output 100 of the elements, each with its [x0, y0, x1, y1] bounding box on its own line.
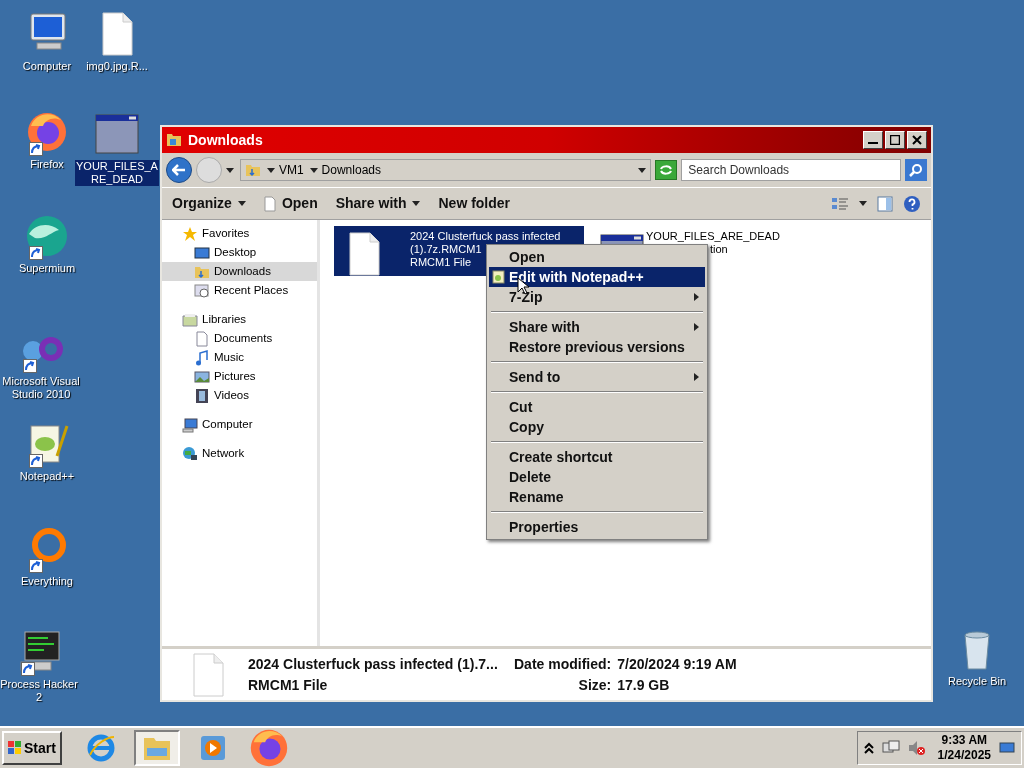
- music-icon: [194, 349, 210, 366]
- sidebar-item[interactable]: Downloads: [162, 262, 317, 281]
- file-name: 2024 Clusterfuck pass infected (1).7...: [248, 654, 498, 674]
- recent-places-icon: [194, 282, 210, 299]
- toolbar-button[interactable]: Organize: [172, 193, 246, 214]
- toolbar-button[interactable]: Open: [263, 193, 318, 214]
- desktop-icon-label[interactable]: Supermium: [17, 262, 77, 275]
- star-icon: [182, 225, 198, 242]
- menu-item[interactable]: Restore previous versions: [489, 337, 705, 357]
- refresh-button[interactable]: [655, 160, 678, 180]
- clock-time[interactable]: 9:33 AM: [941, 733, 988, 748]
- caret-icon: [694, 373, 699, 381]
- caret-icon: [694, 293, 699, 301]
- shortcut-arrow-icon: [29, 454, 43, 468]
- desktop-icon-label[interactable]: Process Hacker 2: [0, 678, 81, 704]
- file-type: RMCM1 File: [248, 675, 329, 695]
- desktop-icon-label[interactable]: Computer: [21, 60, 73, 73]
- toolbar-button[interactable]: Share with: [335, 193, 421, 214]
- sidebar-item[interactable]: Music: [162, 348, 317, 367]
- notepad-icon: [492, 270, 506, 284]
- sidebar-item[interactable]: Computer: [162, 415, 317, 434]
- property-label: Size:: [577, 675, 612, 695]
- sidebar-item[interactable]: Videos: [162, 386, 317, 405]
- browser-e-icon: [85, 733, 116, 763]
- sidebar-item[interactable]: Libraries: [162, 310, 317, 329]
- sidebar-item[interactable]: Recent Places: [162, 281, 317, 300]
- clock-date[interactable]: 1/24/2025: [937, 748, 991, 763]
- document-icon: [194, 330, 210, 347]
- shortcut-arrow-icon: [29, 246, 43, 260]
- desktop-icon-label[interactable]: Microsoft Visual Studio 2010: [0, 375, 83, 401]
- folder-icon: [166, 132, 182, 148]
- file-type: tion: [710, 243, 728, 256]
- shortcut-arrow-icon: [21, 662, 35, 676]
- sidebar-item[interactable]: Favorites: [162, 224, 317, 243]
- menu-item[interactable]: Share with: [489, 317, 705, 337]
- maximize-icon: [890, 135, 900, 145]
- menu-item[interactable]: Copy: [489, 417, 705, 437]
- close-button[interactable]: [907, 131, 927, 149]
- network-icon: [182, 445, 198, 462]
- desktop-icon-label[interactable]: YOUR_FILES_ARE_DEAD: [75, 160, 159, 186]
- menu-item[interactable]: Edit with Notepad++: [489, 267, 705, 287]
- windows-logo-icon: [8, 741, 22, 755]
- libraries-icon: [182, 311, 198, 328]
- show-desktop-icon[interactable]: [999, 741, 1015, 755]
- caret-icon: [309, 167, 318, 173]
- file-type: RMCM1 File: [410, 256, 472, 269]
- menu-item[interactable]: Cut: [489, 397, 705, 417]
- breadcrumb-item[interactable]: Downloads: [321, 161, 381, 179]
- caret-icon: [638, 167, 647, 173]
- media-player-icon: [198, 734, 227, 762]
- shortcut-arrow-icon: [29, 142, 43, 156]
- desktop-icon-label[interactable]: Recycle Bin: [946, 675, 1008, 688]
- back-button[interactable]: [166, 157, 192, 183]
- shortcut-arrow-icon: [29, 559, 43, 573]
- sidebar-item[interactable]: Pictures: [162, 367, 317, 386]
- network-icon[interactable]: [881, 740, 900, 756]
- computer-icon: [182, 416, 198, 433]
- menu-item[interactable]: Send to: [489, 367, 705, 387]
- sidebar-item[interactable]: Documents: [162, 329, 317, 348]
- videos-icon: [194, 387, 210, 404]
- search-button[interactable]: [905, 159, 927, 181]
- caret-icon: [266, 167, 275, 173]
- toolbar-button[interactable]: New folder: [438, 193, 511, 214]
- caret-icon: [412, 201, 421, 206]
- caret-icon: [694, 323, 699, 331]
- pictures-icon: [194, 368, 210, 385]
- taskbar-button[interactable]: [133, 730, 180, 766]
- menu-item[interactable]: Delete: [489, 467, 705, 487]
- address-bar[interactable]: VM1 Downloads: [239, 159, 652, 181]
- chevron-up-icon[interactable]: [863, 742, 874, 754]
- caret-icon: [225, 167, 234, 173]
- minimize-button[interactable]: [863, 131, 883, 149]
- minimize-icon: [868, 142, 878, 144]
- menu-item[interactable]: Properties: [489, 517, 705, 537]
- search-field[interactable]: Search Downloads: [681, 159, 902, 181]
- sidebar-item[interactable]: Network: [162, 444, 317, 463]
- desktop-icon-label[interactable]: Everything: [20, 575, 74, 588]
- desktop-icon-label[interactable]: img0.jpg.R...: [85, 60, 149, 73]
- desktop-icon-label[interactable]: Firefox: [29, 158, 65, 171]
- folder-icon: [244, 162, 261, 178]
- property-label: Date modified:: [514, 654, 612, 674]
- back-arrow-icon: [172, 164, 186, 176]
- start-button[interactable]: Start: [2, 731, 62, 765]
- close-icon: [912, 135, 922, 145]
- refresh-icon: [659, 164, 674, 176]
- breadcrumb-item[interactable]: VM1: [278, 161, 304, 179]
- caret-icon: [237, 201, 246, 206]
- desktop-icon-label[interactable]: Notepad++: [18, 470, 76, 483]
- maximize-button[interactable]: [885, 131, 905, 149]
- sidebar-item[interactable]: Desktop: [162, 243, 317, 262]
- menu-item[interactable]: Create shortcut: [489, 447, 705, 467]
- menu-item[interactable]: Rename: [489, 487, 705, 507]
- search-icon: [909, 163, 923, 177]
- volume-muted-icon[interactable]: [907, 740, 926, 756]
- menu-item[interactable]: 7-Zip: [489, 287, 705, 307]
- help-icon[interactable]: [903, 194, 921, 213]
- property-value: 7/20/2024 9:19 AM: [617, 654, 737, 674]
- document-icon: [263, 195, 276, 212]
- file-name: YOUR_FILES_ARE_DEAD: [646, 230, 780, 243]
- window-title: Downloads: [188, 130, 263, 150]
